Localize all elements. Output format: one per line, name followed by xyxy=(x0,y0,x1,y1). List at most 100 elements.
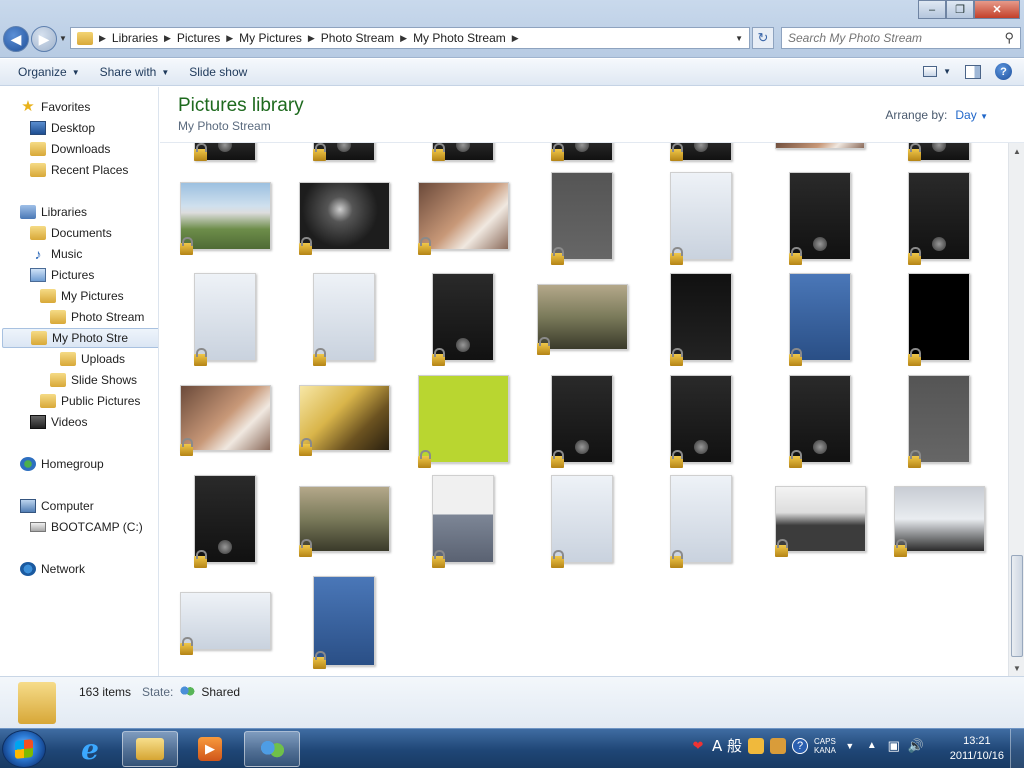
chevron-right-icon[interactable]: ▶ xyxy=(97,33,108,44)
photo-thumbnail[interactable] xyxy=(180,592,271,650)
lock-icon xyxy=(775,539,788,557)
lock-icon xyxy=(194,143,207,161)
photo-thumbnail[interactable] xyxy=(180,182,271,250)
nav-label: Favorites xyxy=(41,100,91,114)
help-button[interactable]: ? xyxy=(995,63,1012,80)
lock-icon xyxy=(670,450,683,468)
ime-options-icon[interactable]: ▼ xyxy=(842,738,858,754)
chevron-down-icon[interactable]: ▼ xyxy=(943,67,951,76)
nav-libraries[interactable]: Libraries xyxy=(20,202,87,222)
chevron-right-icon[interactable]: ▶ xyxy=(224,33,235,44)
taskbar-media-player[interactable]: ▶ xyxy=(182,731,238,767)
ime-dictionary-icon[interactable] xyxy=(770,737,787,754)
share-with-button[interactable]: Share with ▼ xyxy=(90,65,180,79)
address-dropdown[interactable]: ▼ xyxy=(729,34,749,43)
photo-thumbnail[interactable] xyxy=(418,375,509,463)
ime-tool-icon[interactable] xyxy=(748,737,765,754)
help-icon[interactable]: ? xyxy=(792,737,809,754)
nav-bootcamp-drive[interactable]: BOOTCAMP (C:) xyxy=(30,517,143,537)
clock[interactable]: 13:21 2011/10/16 xyxy=(950,734,1004,764)
volume-icon[interactable]: 🔊 xyxy=(908,738,924,754)
ime-mode[interactable]: A 般 xyxy=(712,735,742,756)
photo-thumbnail[interactable] xyxy=(418,182,509,250)
nav-label: Homegroup xyxy=(41,457,104,471)
address-bar[interactable]: ▶ Libraries ▶ Pictures ▶ My Pictures ▶ P… xyxy=(70,27,750,49)
system-tray: ❤ A 般 ? CAPS KANA ▼ ▲ ▣ 🔊 xyxy=(690,735,924,756)
show-desktop-button[interactable] xyxy=(1010,729,1024,768)
nav-my-pictures[interactable]: My Pictures xyxy=(40,286,124,306)
change-view-button[interactable]: ▼ xyxy=(923,66,951,77)
nav-documents[interactable]: Documents xyxy=(30,223,112,243)
nav-videos[interactable]: Videos xyxy=(30,412,87,432)
scroll-up-arrow[interactable]: ▲ xyxy=(1009,143,1024,159)
arrange-by-label: Arrange by: xyxy=(885,108,948,122)
start-button[interactable] xyxy=(2,730,46,768)
slide-show-button[interactable]: Slide show xyxy=(179,65,257,79)
photo-thumbnail[interactable] xyxy=(775,143,865,149)
vertical-scrollbar[interactable]: ▲ ▼ xyxy=(1008,143,1024,676)
nav-public-pictures[interactable]: Public Pictures xyxy=(40,391,140,411)
forward-button[interactable]: ▶ xyxy=(31,26,57,52)
nav-slide-shows[interactable]: Slide Shows xyxy=(50,370,137,390)
preview-pane-button[interactable] xyxy=(965,64,981,79)
photo-thumbnail[interactable] xyxy=(299,182,390,250)
taskbar-messenger[interactable] xyxy=(244,731,300,767)
search-icon[interactable]: ⚲ xyxy=(1004,30,1014,46)
nav-homegroup[interactable]: Homegroup xyxy=(20,454,104,474)
nav-pictures[interactable]: Pictures xyxy=(30,265,94,285)
refresh-button[interactable]: ↻ xyxy=(752,27,774,49)
photo-thumbnail[interactable] xyxy=(537,284,628,350)
photo-thumbnail[interactable] xyxy=(299,385,390,451)
scroll-down-arrow[interactable]: ▼ xyxy=(1009,660,1024,676)
back-button[interactable]: ◀ xyxy=(3,26,29,52)
nav-favorites[interactable]: ★ Favorites xyxy=(20,97,90,117)
media-player-icon: ▶ xyxy=(198,737,222,761)
breadcrumb-my-pictures[interactable]: My Pictures xyxy=(235,31,306,45)
photo-thumbnail[interactable] xyxy=(180,385,271,451)
nav-my-photo-stream[interactable]: My Photo Stre xyxy=(2,328,158,348)
nav-photo-stream[interactable]: Photo Stream xyxy=(50,307,144,327)
breadcrumb-libraries[interactable]: Libraries xyxy=(108,31,162,45)
folder-icon xyxy=(40,289,56,303)
recent-pages-dropdown[interactable]: ▼ xyxy=(59,34,67,43)
breadcrumb-pictures[interactable]: Pictures xyxy=(173,31,224,45)
chevron-right-icon[interactable]: ▶ xyxy=(306,33,317,44)
command-bar: Organize ▼ Share with ▼ Slide show ▼ ? xyxy=(0,59,1024,86)
show-hidden-icons[interactable]: ▲ xyxy=(864,738,880,754)
organize-button[interactable]: Organize ▼ xyxy=(0,65,90,79)
nav-label: My Photo Stre xyxy=(52,331,129,345)
nav-recent-places[interactable]: Recent Places xyxy=(30,160,128,180)
maximize-button[interactable]: ❐ xyxy=(946,0,974,19)
photo-thumbnail[interactable] xyxy=(775,486,866,552)
arrange-by-dropdown[interactable]: Day ▼ xyxy=(955,108,988,122)
search-box[interactable]: ⚲ xyxy=(781,27,1021,49)
photo-thumbnail[interactable] xyxy=(894,486,985,552)
item-count: 163 items xyxy=(79,685,132,699)
lock-icon xyxy=(418,450,431,468)
nav-downloads[interactable]: Downloads xyxy=(30,139,110,159)
search-input[interactable] xyxy=(788,31,998,45)
scroll-thumb[interactable] xyxy=(1011,555,1023,657)
photo-thumbnail[interactable] xyxy=(299,486,390,552)
nav-music[interactable]: ♪ Music xyxy=(30,244,83,264)
nav-uploads[interactable]: Uploads xyxy=(60,349,125,369)
taskbar-windows-explorer[interactable] xyxy=(122,731,178,767)
breadcrumb-my-photo-stream[interactable]: My Photo Stream xyxy=(409,31,510,45)
close-button[interactable]: ✕ xyxy=(974,0,1020,19)
balloon-icon[interactable]: ❤ xyxy=(690,738,706,754)
chevron-right-icon[interactable]: ▶ xyxy=(510,33,521,44)
nav-network[interactable]: Network xyxy=(20,559,85,579)
share-with-label: Share with xyxy=(99,65,157,79)
taskbar-internet-explorer[interactable]: e xyxy=(62,731,118,767)
breadcrumb-photo-stream[interactable]: Photo Stream xyxy=(317,31,398,45)
nav-desktop[interactable]: Desktop xyxy=(30,118,95,138)
network-icon[interactable]: ▣ xyxy=(886,738,902,754)
minimize-button[interactable]: – xyxy=(918,0,946,19)
nav-computer[interactable]: Computer xyxy=(20,496,94,516)
chevron-right-icon[interactable]: ▶ xyxy=(398,33,409,44)
nav-label: Videos xyxy=(51,415,88,429)
title-bar: – ❐ ✕ ◀ ▶ ▼ ▶ Libraries ▶ Pictures ▶ My … xyxy=(0,0,1024,58)
arrow-left-icon: ◀ xyxy=(10,30,22,47)
chevron-right-icon[interactable]: ▶ xyxy=(162,33,173,44)
homegroup-icon xyxy=(20,457,36,471)
